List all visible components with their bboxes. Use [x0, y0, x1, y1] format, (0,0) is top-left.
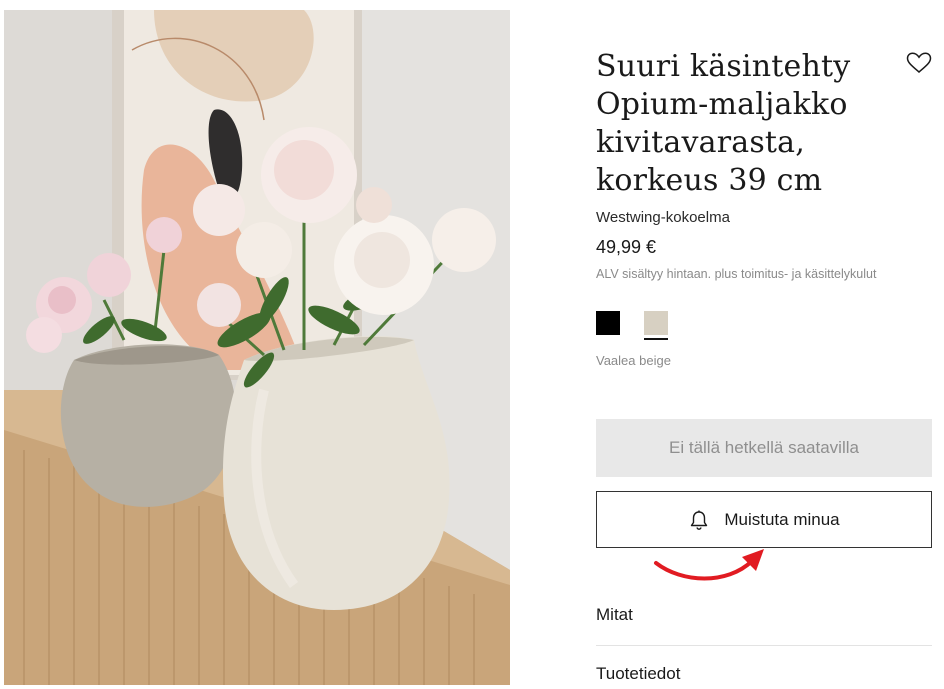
product-image[interactable]: [4, 10, 510, 685]
product-title-line-3: kivitavarasta,: [596, 125, 805, 160]
product-title: Suuri käsintehty Opium-maljakko kivitava…: [596, 48, 896, 200]
product-title-line-2: Opium-maljakko: [596, 87, 848, 122]
selected-color-label: Vaalea beige: [596, 353, 671, 368]
accordion-divider: [596, 645, 932, 646]
wishlist-heart-icon[interactable]: [906, 52, 932, 74]
product-collection[interactable]: Westwing-kokoelma: [596, 209, 730, 226]
unavailable-button-label: Ei tällä hetkellä saatavilla: [669, 438, 859, 457]
remind-me-label: Muistuta minua: [724, 509, 840, 529]
product-title-line-4: korkeus 39 cm: [596, 163, 823, 198]
color-swatch-black[interactable]: [596, 311, 620, 335]
color-swatch-beige[interactable]: [644, 311, 668, 335]
product-photo-illustration: [4, 10, 510, 685]
unavailable-button[interactable]: Ei tällä hetkellä saatavilla: [596, 419, 932, 477]
accordion-tuotetiedot[interactable]: Tuotetiedot: [596, 664, 932, 684]
selected-swatch-indicator: [644, 338, 668, 340]
heart-icon: [906, 52, 932, 73]
accordion-mitat[interactable]: Mitat: [596, 605, 932, 625]
annotation-arrow-icon: [654, 549, 764, 581]
vat-note: ALV sisältyy hintaan. plus toimitus- ja …: [596, 267, 877, 281]
product-title-line-1: Suuri käsintehty: [596, 49, 851, 84]
remind-me-button[interactable]: Muistuta minua: [596, 491, 932, 548]
product-price: 49,99 €: [596, 237, 657, 257]
bell-icon: [691, 510, 708, 530]
